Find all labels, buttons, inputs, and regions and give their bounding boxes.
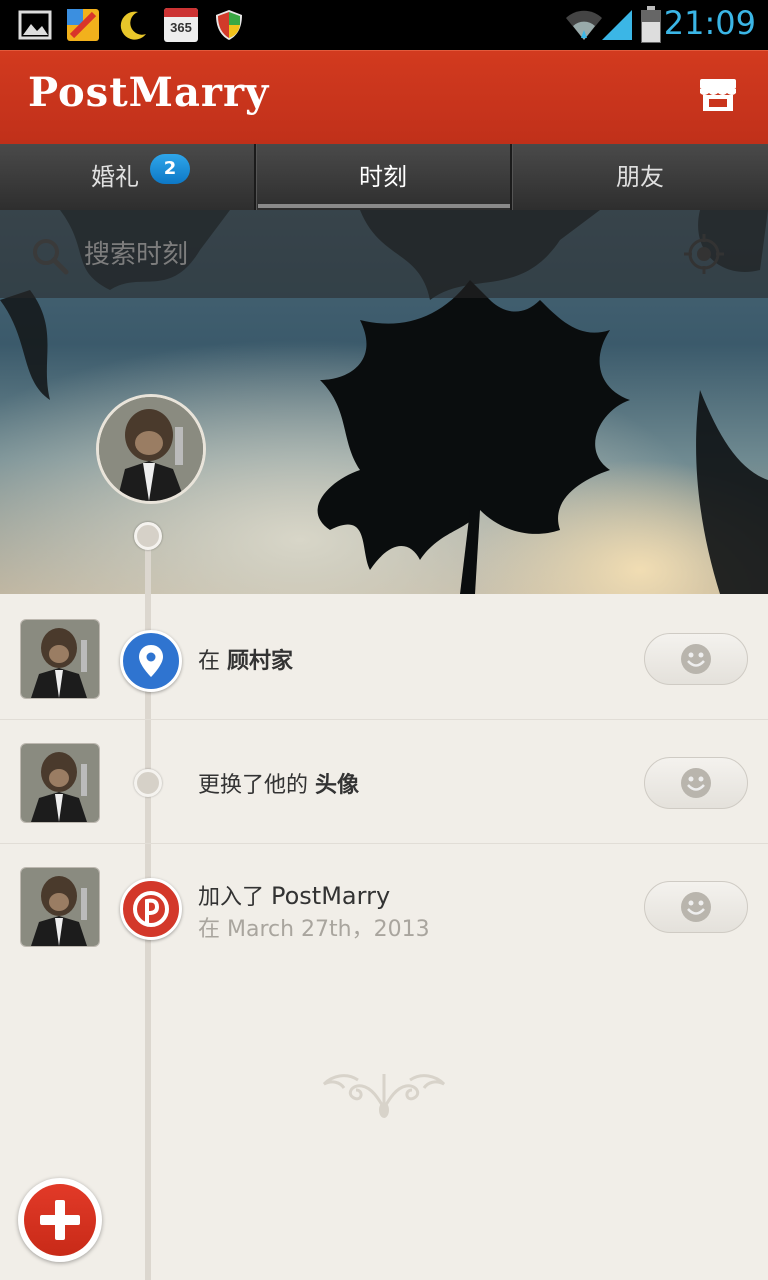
smile-button[interactable] [644,881,748,933]
timeline-text-prefix: 加入了 [198,885,271,910]
tab-friends[interactable]: 朋友 [512,144,768,210]
user-avatar[interactable] [20,619,100,699]
tab-bar: 婚礼 时刻 朋友 2 [0,144,768,212]
timeline-text-object: 头像 [315,773,360,798]
tab-wedding-label: 婚礼 [91,163,139,191]
moon-icon [120,11,146,40]
wifi-icon [566,10,602,40]
location-pin-icon [120,630,182,692]
timeline-text: 加入了 PostMarry [198,879,390,911]
monkey-avatar-image [21,620,99,698]
gallery-icon [18,10,52,40]
timeline-text: 更换了他的 头像 [198,767,359,799]
postmarry-logo-icon [120,878,182,940]
timeline-item[interactable]: 在 顾村家 [0,595,768,720]
timeline-text-prefix: 在 [198,649,227,674]
search-bar[interactable]: 搜索时刻 [0,210,768,298]
battery-icon [641,6,661,43]
search-input[interactable]: 搜索时刻 [84,234,188,271]
smile-button[interactable] [644,757,748,809]
app-bar: PostMarry [0,50,768,145]
smiley-icon [681,644,711,674]
color-app-icon [67,9,99,41]
timeline-start-dot [134,522,162,550]
notification-badge: 2 [150,154,190,184]
tab-moments-label: 时刻 [359,163,407,191]
monkey-avatar-image [21,744,99,822]
tab-wedding[interactable]: 婚礼 [0,144,254,210]
ornament-divider-icon [322,1074,446,1118]
app-title: PostMarry [28,69,270,116]
monkey-avatar-image [21,868,99,946]
timeline-text-prefix: 更换了他的 [198,773,315,798]
plus-icon [40,1200,80,1240]
signal-icon [602,10,632,40]
monkey-avatar-image [99,397,203,501]
timeline-item[interactable]: 加入了 PostMarry 在 March 27th，2013 [0,843,768,967]
timeline-item[interactable]: 更换了他的 头像 [0,719,768,844]
timeline-text: 在 顾村家 [198,643,293,675]
selected-tab-indicator [258,204,510,208]
tab-friends-label: 朋友 [616,163,664,191]
status-bar: 365 21:09 [0,0,768,50]
user-avatar[interactable] [20,867,100,947]
shield-icon [216,10,242,40]
locate-icon[interactable] [682,232,726,276]
smile-button[interactable] [644,633,748,685]
search-icon [33,239,69,275]
calendar-365-icon: 365 [164,8,198,42]
clock: 21:09 [663,4,756,42]
smiley-icon [681,892,711,922]
store-icon[interactable] [698,75,738,115]
tab-moments[interactable]: 时刻 [256,144,510,210]
user-avatar[interactable] [20,743,100,823]
timeline-dot [134,769,162,797]
timeline-text-app: PostMarry [271,882,391,910]
profile-avatar[interactable] [96,394,206,504]
add-button[interactable] [18,1178,102,1262]
smiley-icon [681,768,711,798]
timeline-date: 在 March 27th，2013 [198,917,430,942]
timeline-text-place: 顾村家 [227,649,294,674]
